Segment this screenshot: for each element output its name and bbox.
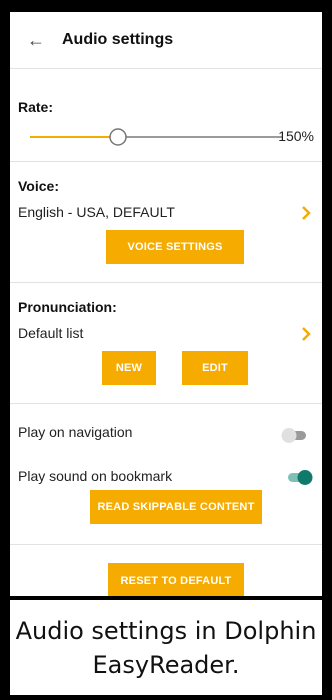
voice-label: Voice: bbox=[18, 178, 59, 194]
rate-value: 150% bbox=[278, 128, 314, 144]
pronunciation-label: Pronunciation: bbox=[18, 299, 117, 315]
read-skippable-content-button[interactable]: READ SKIPPABLE CONTENT bbox=[90, 490, 262, 524]
play-sound-on-bookmark-label: Play sound on bookmark bbox=[18, 468, 173, 484]
new-button[interactable]: NEW bbox=[102, 351, 156, 385]
playback-toggles-section: Play on navigation Play sound on bookmar… bbox=[10, 404, 322, 545]
toggle-thumb bbox=[281, 428, 297, 443]
rate-label: Rate: bbox=[18, 99, 54, 115]
voice-section: Voice: English - USA, DEFAULT VOICE SETT… bbox=[10, 162, 322, 283]
app-screen: ← Audio settings Rate: 150% Voice: Engli… bbox=[10, 12, 322, 596]
edit-button[interactable]: EDIT bbox=[182, 351, 248, 385]
slider-thumb bbox=[109, 128, 127, 146]
play-sound-on-bookmark-toggle[interactable] bbox=[286, 468, 314, 486]
voice-value[interactable]: English - USA, DEFAULT bbox=[18, 204, 175, 220]
pronunciation-value[interactable]: Default list bbox=[18, 325, 83, 341]
pronunciation-section: Pronunciation: Default list NEW EDIT bbox=[10, 283, 322, 404]
voice-settings-button[interactable]: VOICE SETTINGS bbox=[106, 230, 244, 264]
figure-caption: Audio settings in Dolphin EasyReader. bbox=[10, 600, 322, 695]
rate-section: Rate: 150% bbox=[10, 69, 322, 162]
play-on-navigation-toggle[interactable] bbox=[280, 426, 308, 444]
app-bar: ← Audio settings bbox=[10, 12, 322, 69]
page-frame: ← Audio settings Rate: 150% Voice: Engli… bbox=[0, 0, 332, 700]
chevron-right-icon[interactable] bbox=[298, 205, 314, 221]
reset-to-default-button[interactable]: RESET TO DEFAULT bbox=[108, 563, 244, 596]
rate-slider[interactable] bbox=[30, 125, 290, 149]
reset-section: RESET TO DEFAULT bbox=[10, 545, 322, 596]
toggle-thumb bbox=[297, 470, 313, 485]
page-title: Audio settings bbox=[62, 31, 174, 48]
play-on-navigation-label: Play on navigation bbox=[18, 424, 133, 440]
arrow-left-icon[interactable]: ← bbox=[16, 30, 56, 51]
chevron-right-icon[interactable] bbox=[298, 326, 314, 342]
